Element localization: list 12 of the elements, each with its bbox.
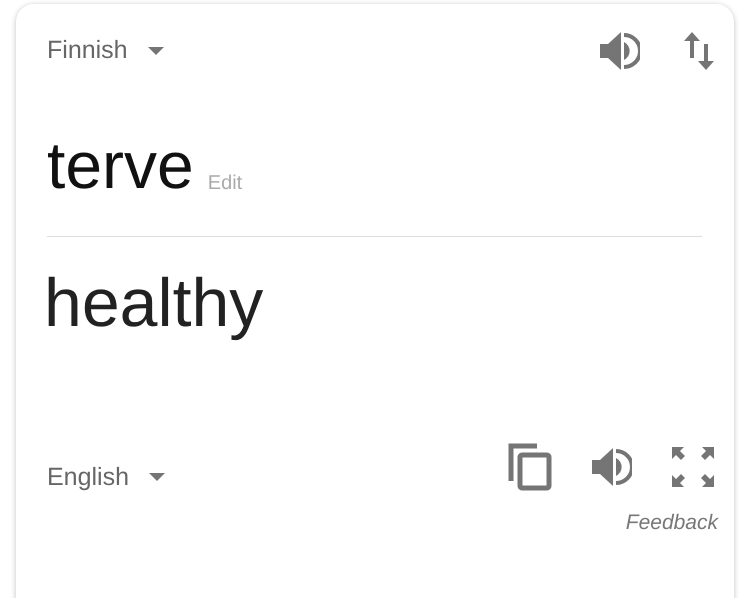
speaker-button[interactable] — [592, 448, 632, 486]
language-dropdown[interactable]: English — [47, 464, 165, 490]
language-dropdown[interactable]: Finnish — [47, 38, 164, 63]
source-text: terve — [47, 132, 194, 198]
feedback-link[interactable]: Feedback — [626, 507, 718, 538]
swap-languages-button[interactable] — [684, 32, 714, 70]
caret-icon — [148, 46, 164, 54]
copy-button[interactable] — [508, 443, 552, 491]
speaker-button[interactable] — [600, 32, 640, 70]
caret-icon — [149, 473, 165, 481]
fullscreen-button[interactable] — [672, 447, 714, 487]
translated-text: healthy — [44, 265, 264, 341]
